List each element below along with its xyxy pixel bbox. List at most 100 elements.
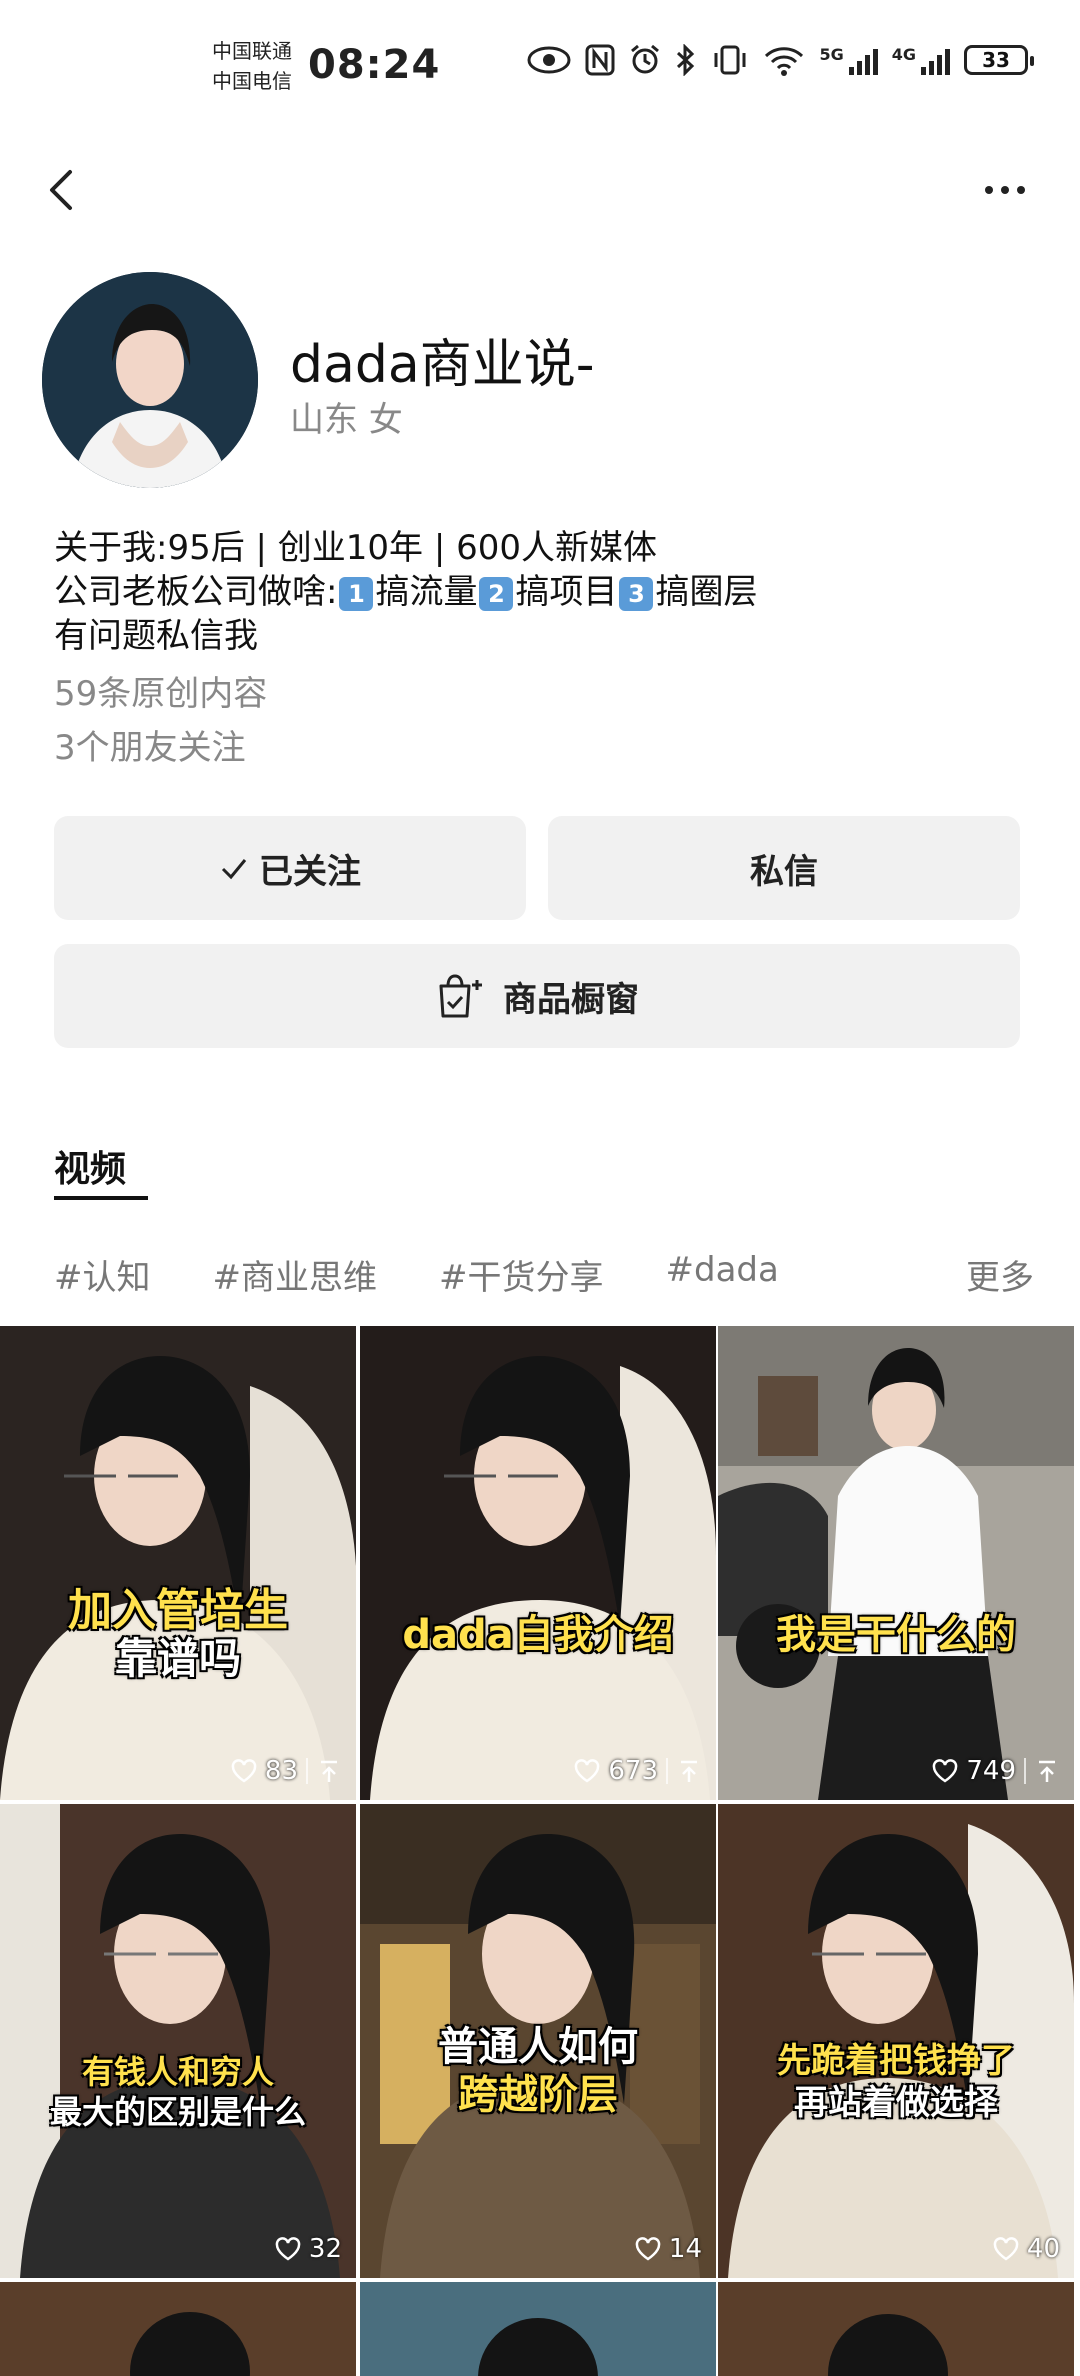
status-time: 08:24 [308,42,441,88]
tab-videos[interactable]: 视频 [54,1140,126,1192]
check-icon [221,859,247,880]
video-stats: 32 [275,2234,342,2264]
back-arrow-icon [50,170,72,210]
tag-item[interactable]: #认知 [54,1250,151,1299]
video-thumbnail [0,1326,356,1800]
video-stats: 83 [231,1756,342,1786]
heart-icon [933,1759,958,1783]
shop-window-label: 商品橱窗 [503,979,639,1020]
number-badge-3: 3 [619,576,654,611]
video-tile[interactable] [360,2282,716,2376]
profile-location: 山东 女 [290,400,403,440]
video-stats: 673 [574,1756,702,1786]
video-tile[interactable]: 加入管培生 靠谱吗 83 [0,1326,356,1800]
video-tile[interactable]: 我是干什么的 749 [718,1326,1074,1800]
bio-item-1: 搞流量 [375,572,478,612]
more-dot [1017,186,1025,194]
share-icon[interactable] [676,1758,702,1784]
video-caption-2: 靠谱吗 [114,1634,241,1683]
like-count: 749 [966,1756,1016,1786]
like-count: 14 [668,2234,702,2264]
like-count: 40 [1026,2234,1060,2264]
status-bar: 中国联通 中国电信 08:24 5G 4G 33 [0,0,1080,130]
video-tile[interactable] [0,2282,356,2376]
video-caption-2: 跨越阶层 [458,2072,618,2118]
video-tile[interactable]: dada自我介绍 673 [360,1326,716,1800]
message-button[interactable]: 私信 [548,816,1020,920]
video-thumbnail [360,1326,716,1800]
bio-line-1: 关于我:95后 | 创业10年 | 600人新媒体 [54,528,658,568]
stats-divider [666,1758,668,1784]
battery-level: 33 [982,48,1010,72]
video-tile[interactable]: 普通人如何 跨越阶层 14 [360,1804,716,2278]
profile-name: dada商业说- [290,335,595,395]
heart-icon [575,1759,600,1783]
video-caption-1: 我是干什么的 [776,1612,1016,1658]
video-tile[interactable]: 有钱人和穷人 最大的区别是什么 32 [0,1804,356,2278]
following-button[interactable]: 已关注 [54,816,526,920]
bio-item-2: 搞项目 [515,572,618,612]
video-caption-1: 先跪着把钱挣了 [777,2041,1015,2081]
carrier-2: 中国电信 [212,69,292,93]
share-icon[interactable] [316,1758,342,1784]
shopping-bag-icon [439,974,482,1018]
content-tabs: 视频 [54,1140,148,1200]
avatar[interactable] [42,272,258,488]
nfc-icon [585,44,615,76]
tag-item[interactable]: #干货分享 [439,1250,604,1299]
tab-active-indicator [54,1196,148,1200]
video-caption-1: 加入管培生 [68,1585,288,1636]
signal-5g-icon: 5G [819,45,878,75]
video-tile[interactable]: 先跪着把钱挣了 再站着做选择 40 [718,1804,1074,2278]
alarm-icon [631,44,660,74]
video-caption-1: dada自我介绍 [402,1612,674,1658]
share-icon[interactable] [1034,1758,1060,1784]
network-4g-label: 4G [891,45,916,64]
video-thumbnail [0,2282,356,2376]
number-badge-1: 1 [339,576,374,611]
video-thumbnail [718,2282,1074,2376]
more-dot [985,186,993,194]
video-caption-2: 再站着做选择 [794,2083,998,2123]
like-count: 32 [308,2234,342,2264]
status-icons: 5G 4G 33 [527,44,1034,76]
profile-bio: 关于我:95后 | 创业10年 | 600人新媒体 公司老板公司做啥: 1 搞流量 2… [54,526,1034,658]
video-tile[interactable] [718,2282,1074,2376]
topic-tags: #认知 #商业思维 #干货分享 #dada 更多 [54,1250,1044,1299]
stats-divider [306,1758,308,1784]
video-caption-2: 最大的区别是什么 [49,2093,306,2131]
top-nav [0,140,1080,240]
vibrate-icon [714,45,746,75]
tag-item[interactable]: #dada [666,1250,779,1299]
network-5g-label: 5G [819,45,844,64]
wifi-icon [765,47,804,76]
video-stats: 40 [993,2234,1060,2264]
heart-icon [275,2237,301,2261]
like-count: 673 [608,1756,658,1786]
number-badge-2: 2 [479,576,514,611]
heart-icon [993,2237,1019,2261]
bio-line-3: 有问题私信我 [54,616,258,656]
bluetooth-icon [677,44,695,76]
back-button[interactable] [30,158,94,222]
avatar-portrait [42,272,258,488]
stats-divider [1024,1758,1026,1784]
bio-item-3: 搞圈层 [655,572,758,612]
friends-following[interactable]: 3个朋友关注 [54,720,246,769]
video-stats: 749 [932,1756,1060,1786]
tags-more-button[interactable]: 更多 [966,1250,1034,1299]
carrier-info: 中国联通 中国电信 [212,36,292,96]
video-stats: 14 [635,2234,702,2264]
carrier-1: 中国联通 [212,39,292,63]
original-content-count[interactable]: 59条原创内容 [54,666,267,715]
following-label: 已关注 [259,851,361,892]
tag-item[interactable]: #商业思维 [213,1250,378,1299]
more-button[interactable] [970,162,1040,218]
video-thumbnail [718,1326,1074,1800]
video-caption-1: 有钱人和穷人 [81,2053,274,2091]
shop-window-button[interactable]: 商品橱窗 [54,944,1020,1048]
bio-line-2: 公司老板公司做啥: 1 搞流量 2 搞项目 3 搞圈层 [54,570,1034,614]
like-count: 83 [264,1756,298,1786]
message-label: 私信 [750,851,818,892]
bio-line-2-prefix: 公司老板公司做啥: [54,572,338,612]
